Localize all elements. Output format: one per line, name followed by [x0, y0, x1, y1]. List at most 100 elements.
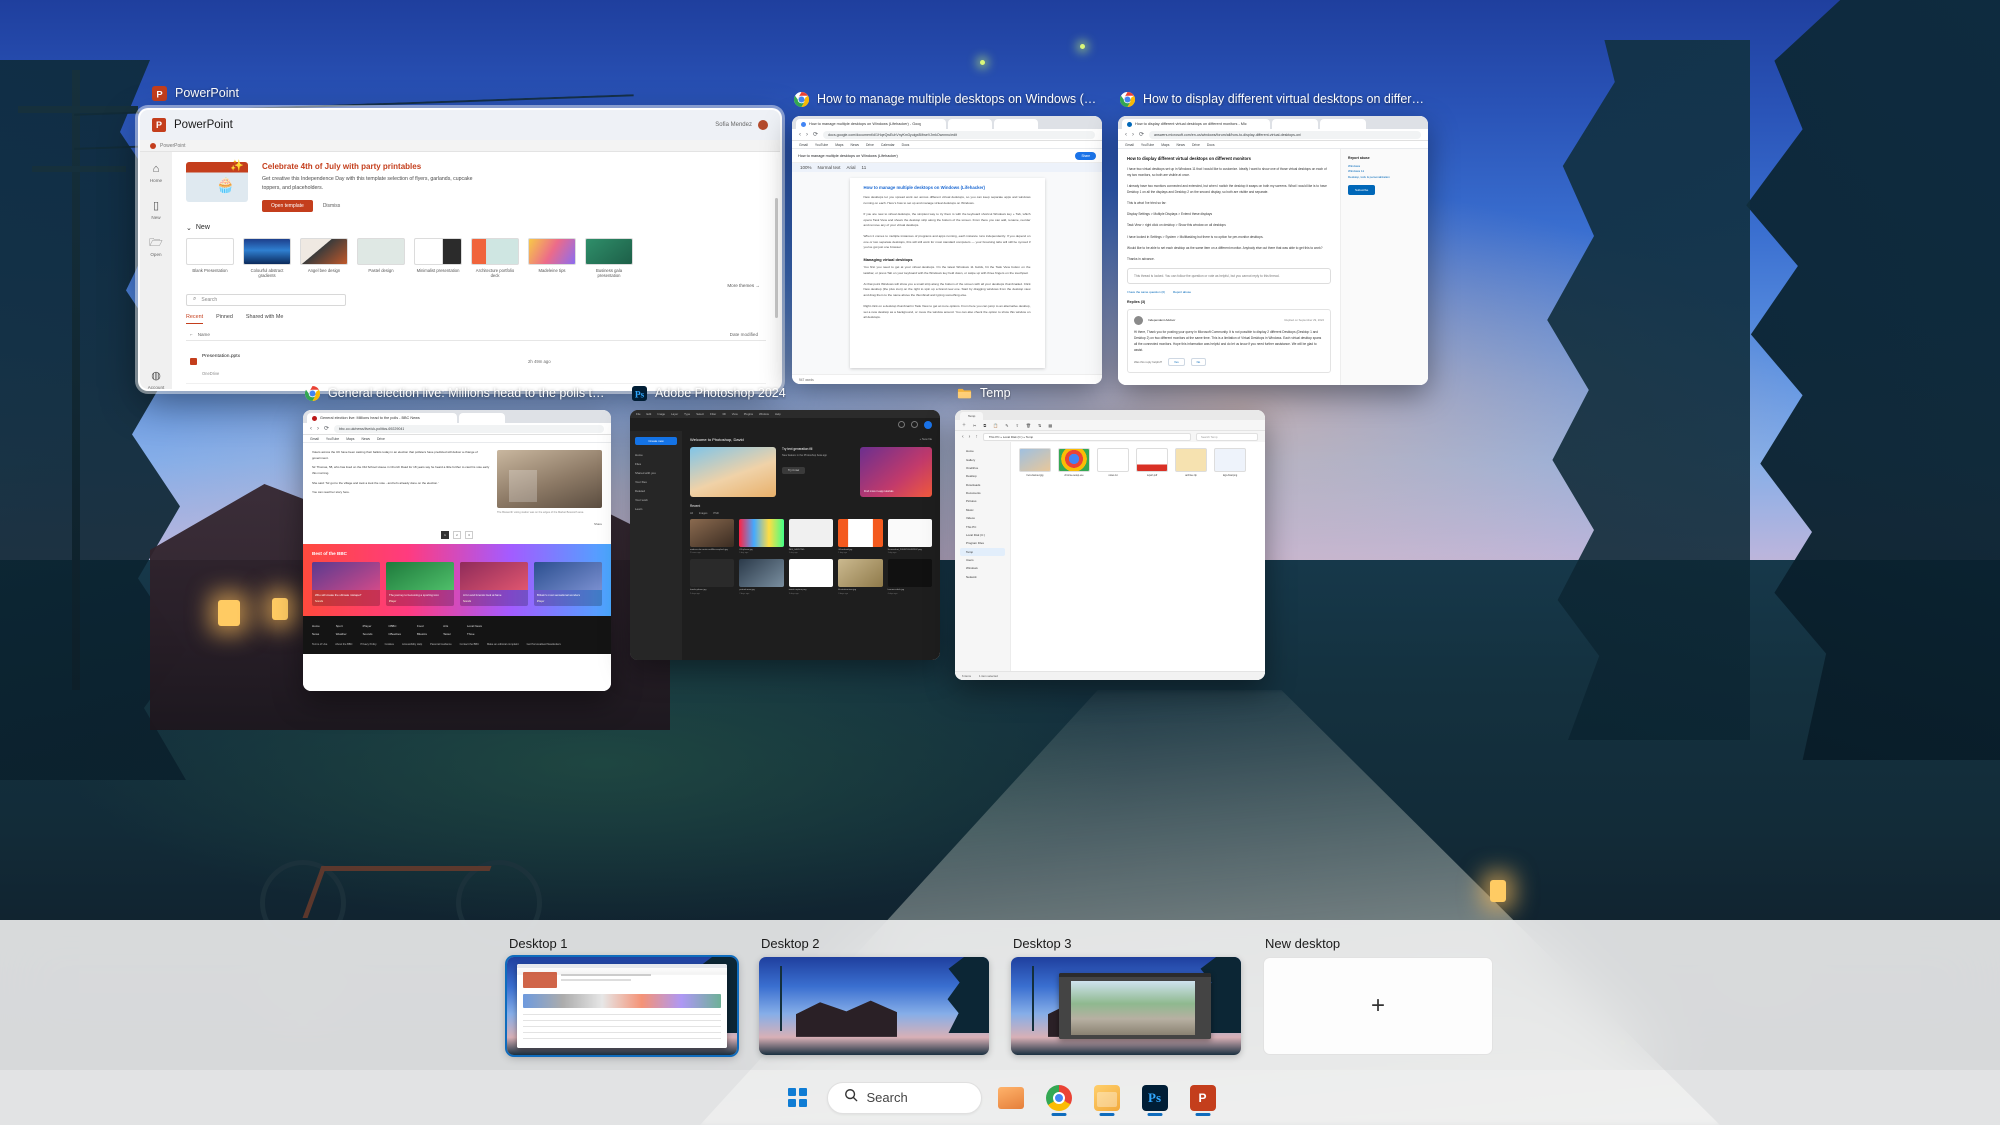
new-section-header[interactable]: ⌄ New: [186, 224, 766, 232]
bookmark-item[interactable]: YouTube: [815, 143, 828, 147]
sidebar-item-account[interactable]: ◍ Account: [148, 371, 165, 390]
new-file-button[interactable]: + New file: [920, 437, 932, 442]
bookmark-item[interactable]: Gmail: [799, 143, 808, 147]
taskbar-item-file-explorer[interactable]: [1088, 1079, 1126, 1117]
explorer-tab-strip[interactable]: Temp: [955, 410, 1265, 420]
sort-icon[interactable]: ⇅: [1038, 423, 1041, 428]
open-template-button[interactable]: Open template: [262, 199, 313, 212]
reload-icon[interactable]: ⟳: [813, 131, 818, 138]
photoshop-top-bar[interactable]: [630, 418, 940, 431]
rename-icon[interactable]: ✎: [1005, 423, 1008, 428]
file-item[interactable]: hero-banner.jpg: [1019, 448, 1051, 477]
footer-legal-links[interactable]: Terms of Use About the BBC Privacy Polic…: [312, 643, 602, 646]
browser-toolbar[interactable]: ‹ › ⟳ bbc.co.uk/news/live/uk-politics-69…: [303, 423, 611, 435]
address-bar[interactable]: answers.microsoft.com/en-us/windows/foru…: [1149, 130, 1421, 139]
footer-legal-link[interactable]: Get Personalised Newsletters: [527, 643, 561, 646]
menu-item-type[interactable]: Type: [684, 412, 690, 416]
footer-legal-link[interactable]: Terms of Use: [312, 643, 327, 646]
powerpoint-nav-rail[interactable]: ⌂ Home ▯ New 🗁 Open ◍ Account: [140, 152, 172, 389]
scrollbar[interactable]: [775, 198, 778, 318]
bookmark-item[interactable]: Docs: [1207, 143, 1215, 147]
desktop-thumbnail[interactable]: [507, 956, 737, 1055]
file-item[interactable]: logo-final.png: [1214, 448, 1246, 477]
nav-item-onedrive[interactable]: OneDrive: [960, 464, 1005, 472]
footer-link[interactable]: News: [312, 632, 320, 636]
template-gallery[interactable]: Blank Presentation Colourful abstract gr…: [186, 237, 766, 279]
taskbar-item-chrome[interactable]: [1040, 1079, 1078, 1117]
reply-yes-button[interactable]: Yes: [1168, 358, 1185, 367]
footer-link[interactable]: iPlayer: [363, 624, 373, 628]
toolbar-style[interactable]: Normal text: [818, 165, 841, 170]
bookmark-item[interactable]: Gmail: [1125, 143, 1134, 147]
browser-toolbar[interactable]: ‹ › ⟳ docs.google.com/document/d/1HqeQwE…: [792, 129, 1102, 141]
nav-item-documents[interactable]: Documents: [960, 489, 1005, 497]
desktop-tile-1[interactable]: Desktop 1: [507, 936, 737, 1055]
recent-file[interactable]: tweet-capture.png 3 days ago: [788, 559, 834, 595]
desktop-tile-3[interactable]: Desktop 3: [1011, 936, 1241, 1055]
footer-link[interactable]: Weather: [336, 632, 347, 636]
footer-link[interactable]: Food: [417, 624, 427, 628]
search-input[interactable]: Search: [826, 1081, 982, 1114]
same-question-link[interactable]: I have the same question (0): [1127, 290, 1165, 294]
window-thumbnail-microsoft-community[interactable]: How to display different virtual desktop…: [1118, 88, 1428, 385]
address-bar[interactable]: This PC » Local Disk (C:) » Temp: [982, 432, 1191, 441]
menu-item-edit[interactable]: Edit: [647, 412, 652, 416]
recent-file[interactable]: 44-android.jpg 1 day ago: [838, 519, 883, 554]
browser-tab[interactable]: [994, 119, 1038, 129]
browser-toolbar[interactable]: ‹ › ⟳ answers.microsoft.com/en-us/window…: [1118, 129, 1428, 141]
nav-item-temp[interactable]: Temp: [960, 547, 1005, 556]
sidebar-item-home[interactable]: Home: [635, 450, 677, 459]
back-icon[interactable]: ‹: [962, 434, 964, 440]
page-button[interactable]: 3: [465, 531, 473, 540]
window-preview[interactable]: How to manage multiple desktops on Windo…: [792, 116, 1102, 384]
browser-tab-strip[interactable]: General election live: Millions head to …: [303, 410, 611, 423]
forward-icon[interactable]: ›: [1132, 132, 1134, 138]
desktop-thumbnail[interactable]: [1011, 956, 1241, 1055]
filter-psd[interactable]: PSD: [713, 512, 718, 515]
report-abuse-link[interactable]: Report abuse: [1173, 290, 1191, 294]
nav-item-downloads[interactable]: Downloads: [960, 481, 1005, 489]
filter-all[interactable]: All: [690, 512, 693, 515]
tab-list[interactable]: General election live: Millions head to …: [307, 413, 607, 423]
back-icon[interactable]: ‹: [310, 426, 312, 432]
browser-tab-strip[interactable]: How to display different virtual desktop…: [1118, 116, 1428, 129]
add-desktop-button[interactable]: +: [1263, 956, 1493, 1055]
sidebar-item-deleted[interactable]: Deleted: [635, 486, 677, 495]
page-button[interactable]: 1: [441, 531, 449, 540]
browser-tab[interactable]: [1272, 119, 1318, 129]
new-item-icon[interactable]: ＋: [962, 422, 966, 428]
up-icon[interactable]: ↑: [975, 434, 978, 440]
file-item[interactable]: report.pdf: [1136, 448, 1168, 477]
menu-item-image[interactable]: Image: [657, 412, 665, 416]
recent-file[interactable]: 63-iphone.jpg 1 day ago: [739, 519, 784, 554]
footer-legal-link[interactable]: Contact the BBC: [460, 643, 479, 646]
nav-item-pictures[interactable]: Pictures: [960, 497, 1005, 505]
desktop-tile-2[interactable]: Desktop 2: [759, 936, 989, 1055]
nav-item-program-files[interactable]: Program Files: [960, 539, 1005, 547]
footer-link[interactable]: Taster: [443, 632, 451, 636]
create-new-button[interactable]: Create new: [635, 437, 677, 445]
window-thumbnail-google-docs[interactable]: How to manage multiple desktops on Windo…: [792, 88, 1102, 384]
bookmark-item[interactable]: Maps: [346, 437, 354, 441]
window-preview[interactable]: General election live: Millions head to …: [303, 410, 611, 691]
bookmark-item[interactable]: News: [1176, 143, 1184, 147]
explorer-tab[interactable]: Temp: [960, 412, 984, 420]
desktop-thumbnail[interactable]: [759, 956, 989, 1055]
nav-item-desktop[interactable]: Desktop: [960, 472, 1005, 480]
subscribe-button[interactable]: Subscribe: [1348, 185, 1376, 196]
browser-tab-strip[interactable]: How to manage multiple desktops on Windo…: [792, 116, 1102, 129]
footer-link[interactable]: Home: [312, 624, 320, 628]
document-canvas[interactable]: How to manage multiple desktops on Windo…: [792, 172, 1102, 374]
window-preview[interactable]: P PowerPoint Sofia Mendez PowerPoint ⌂ H…: [140, 110, 780, 389]
bookmark-item[interactable]: News: [361, 437, 369, 441]
content-card[interactable]: Who will create the ultimate mixtape? So…: [312, 562, 380, 607]
sidebar-item-open[interactable]: 🗁 Open: [149, 238, 163, 258]
content-card[interactable]: A fun and forensic look at fame Sounds: [460, 562, 528, 607]
back-icon[interactable]: ‹: [1125, 132, 1127, 138]
bookmark-item[interactable]: Docs: [902, 143, 910, 147]
pagination[interactable]: 1 2 3: [303, 526, 611, 544]
taskbar-item-powerpoint[interactable]: P: [1184, 1079, 1222, 1117]
menu-bar[interactable]: File Edit Image Layer Type Select Filter…: [630, 410, 940, 418]
forward-icon[interactable]: ›: [317, 426, 319, 432]
bookmark-item[interactable]: Maps: [835, 143, 843, 147]
